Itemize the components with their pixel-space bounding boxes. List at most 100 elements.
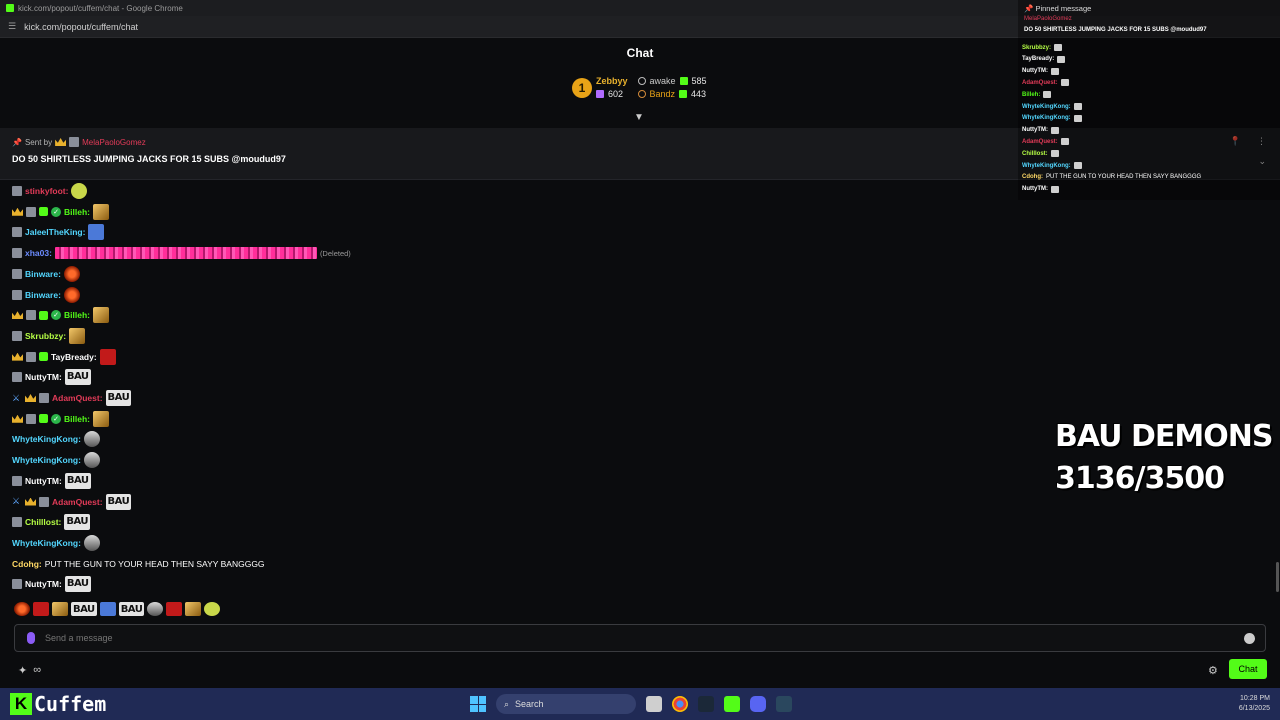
chat-message[interactable]: Skrubbzy: (12, 327, 86, 344)
chat-username[interactable]: AdamQuest: (52, 497, 103, 507)
send-chat-button[interactable]: Chat (1229, 659, 1267, 679)
file-explorer-icon[interactable] (646, 696, 662, 712)
paint-badge-icon[interactable]: ✦ (18, 664, 27, 677)
face-emote-icon[interactable] (83, 534, 100, 551)
chat-username[interactable]: Cdohg: (12, 559, 42, 569)
collapse-leaderboard-icon[interactable]: ▼ (634, 112, 644, 123)
chat-message[interactable]: WhyteKingKong: (12, 452, 100, 469)
chat-username[interactable]: NuttyTM: (25, 579, 62, 589)
steam-icon[interactable] (698, 696, 714, 712)
redbox-emote-icon[interactable] (33, 602, 49, 616)
chat-message[interactable]: Chilllost: BAU (12, 514, 91, 531)
blue-emote-icon[interactable] (99, 602, 116, 616)
chat-username[interactable]: WhyteKingKong: (12, 455, 81, 465)
chat-message[interactable]: ⚔ AdamQuest: BAU (12, 493, 132, 510)
chat-message[interactable]: ⚔ AdamQuest: BAU (12, 390, 132, 406)
face-emote-icon[interactable] (83, 452, 100, 469)
chat-username[interactable]: NuttyTM: (25, 476, 62, 486)
gear-icon[interactable]: ⚙ (1208, 664, 1218, 677)
chat-messages[interactable]: stinkyfoot: ✓ Billeh: JaleelTheKing: xha03:(… (0, 180, 1000, 600)
chat-username[interactable]: JaleelTheKing: (25, 227, 85, 237)
red-emote-icon[interactable] (14, 602, 30, 616)
redbox-emote-icon[interactable] (166, 602, 183, 616)
redbox-emote-icon[interactable] (99, 348, 116, 365)
chat-message[interactable]: ✓ Billeh: (12, 410, 109, 427)
bau-emote-icon[interactable]: BAU (105, 493, 132, 510)
chat-username[interactable]: Skrubbzy: (25, 331, 66, 341)
gold-emote-icon[interactable] (52, 602, 68, 616)
chat-username[interactable]: Chilllost: (25, 517, 61, 527)
bau-emote-icon[interactable]: BAU (105, 390, 132, 406)
sad-emote-icon[interactable] (204, 602, 221, 616)
chat-username[interactable]: WhyteKingKong: (12, 538, 81, 548)
chat-username[interactable]: Billeh: (64, 310, 90, 320)
discord-icon[interactable] (750, 696, 766, 712)
bau-emote-icon[interactable]: BAU (64, 514, 91, 531)
chat-username[interactable]: xha03: (25, 248, 52, 258)
chat-username[interactable]: Binware: (25, 290, 61, 300)
chat-username[interactable]: Billeh: (64, 414, 90, 424)
bau-emote-icon[interactable]: BAU (64, 472, 91, 489)
chat-username[interactable]: AdamQuest: (52, 393, 103, 403)
sad-emote-icon[interactable] (71, 183, 88, 199)
avatar (12, 330, 22, 341)
chat-username[interactable]: stinkyfoot: (25, 186, 68, 196)
chat-message[interactable]: Cdohg: PUT THE GUN TO YOUR HEAD THEN SAYY… (12, 556, 265, 572)
face-emote-icon[interactable] (147, 602, 164, 616)
bau-emote-icon[interactable]: BAU (71, 602, 97, 616)
scrollbar-thumb[interactable] (1276, 562, 1279, 592)
chat-message[interactable]: WhyteKingKong: (12, 431, 100, 448)
spam-emote-row[interactable] (54, 247, 317, 260)
chat-message[interactable]: NuttyTM: BAU (12, 369, 91, 386)
site-settings-icon[interactable]: ☰ (8, 21, 16, 32)
chat-username[interactable]: NuttyTM: (25, 372, 62, 382)
face-emote-icon[interactable] (83, 431, 100, 448)
overlay-username: Chilllost: (1022, 150, 1048, 157)
chat-message[interactable]: TayBready: (12, 348, 116, 365)
bau-emote-icon[interactable]: BAU (118, 602, 145, 616)
rank-two-icon (637, 77, 646, 85)
overlay-chat-message: AdamQuest: (1022, 138, 1069, 146)
chat-message[interactable]: stinkyfoot: (12, 183, 88, 199)
bau-emote-icon[interactable]: BAU (64, 369, 91, 386)
chat-message[interactable]: xha03: (Deleted) (12, 245, 351, 261)
chat-message[interactable]: Binware: (12, 265, 80, 282)
microphone-icon[interactable] (27, 632, 35, 644)
url-text[interactable]: kick.com/popout/cuffem/chat (24, 22, 138, 32)
emoji-picker-icon[interactable] (1244, 633, 1255, 644)
gold-emote-icon[interactable] (185, 602, 202, 616)
chat-username[interactable]: TayBready: (51, 352, 97, 362)
leader-first-name[interactable]: Zebbyy (596, 76, 628, 86)
system-clock[interactable]: 10:28 PM 6/13/2025 (1239, 694, 1270, 714)
chat-message[interactable]: ✓ Billeh: (12, 203, 109, 220)
chrome-icon[interactable] (672, 696, 688, 712)
gold-emote-icon[interactable] (92, 307, 109, 324)
avatar (39, 393, 49, 403)
avatar (12, 517, 22, 528)
infinity-icon[interactable]: ∞ (33, 664, 41, 677)
chat-username[interactable]: WhyteKingKong: (12, 434, 81, 444)
chat-username[interactable]: Billeh: (64, 207, 90, 217)
chat-message[interactable]: JaleelTheKing: (12, 224, 105, 241)
steam-icon[interactable] (776, 696, 792, 712)
kick-app-icon[interactable] (724, 696, 740, 712)
pinned-sender[interactable]: MelaPaoloGomez (82, 138, 146, 147)
chat-message[interactable]: NuttyTM: BAU (12, 576, 91, 593)
taskbar-search[interactable]: ⌕ Search (496, 694, 636, 714)
chat-username[interactable]: Binware: (25, 269, 61, 279)
windows-start-icon[interactable] (470, 696, 486, 712)
red-emote-icon[interactable] (63, 286, 80, 303)
message-input[interactable] (45, 633, 1225, 643)
bau-emote-icon[interactable]: BAU (64, 576, 91, 593)
chat-message[interactable]: ✓ Billeh: (12, 307, 109, 324)
chat-message[interactable]: NuttyTM: BAU (12, 472, 91, 489)
chat-message[interactable]: WhyteKingKong: (12, 534, 100, 551)
gold-emote-icon[interactable] (92, 410, 109, 427)
leader-second-name[interactable]: awake (650, 76, 676, 86)
red-emote-icon[interactable] (63, 265, 80, 282)
leader-third-name[interactable]: Bandz (650, 89, 676, 99)
gold-emote-icon[interactable] (69, 327, 86, 344)
blue-emote-icon[interactable] (88, 224, 105, 241)
gold-emote-icon[interactable] (92, 203, 109, 220)
chat-message[interactable]: Binware: (12, 286, 80, 303)
